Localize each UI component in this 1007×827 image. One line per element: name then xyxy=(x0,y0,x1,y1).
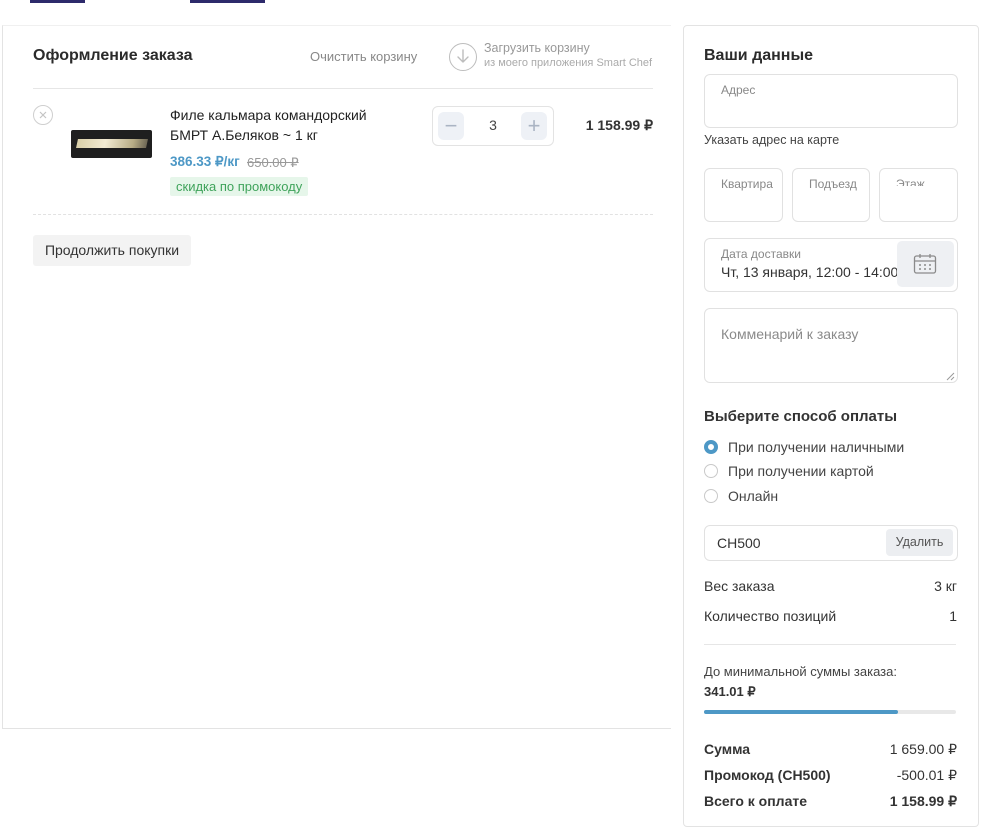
total-value: 1 158.99 ₽ xyxy=(889,793,957,809)
order-weight-label: Вес заказа xyxy=(704,578,775,594)
product-price-per-kg: 386.33 ₽/кг xyxy=(170,154,240,169)
min-order-progress-fill xyxy=(704,710,899,714)
promo-code-value[interactable]: CH500 xyxy=(717,535,761,551)
order-weight-value: 3 кг xyxy=(934,578,957,594)
upload-cart-subtitle: из моего приложения Smart Chef xyxy=(484,57,653,69)
divider xyxy=(704,644,956,645)
item-total-price: 1 158.99 ₽ xyxy=(585,117,653,133)
promo-discount-value: -500.01 ₽ xyxy=(896,767,957,783)
decrease-quantity-button[interactable]: − xyxy=(438,112,464,140)
clear-cart-button[interactable]: Очистить корзину xyxy=(310,49,417,64)
resize-handle-icon[interactable] xyxy=(945,371,955,381)
promo-discount-badge: скидка по промокоду xyxy=(170,177,309,196)
divider xyxy=(33,88,653,89)
calendar-icon[interactable] xyxy=(897,241,954,287)
remove-item-icon[interactable] xyxy=(33,105,53,125)
promo-discount-label: Промокод (CH500) xyxy=(704,767,831,783)
min-order-progress xyxy=(704,710,956,714)
payment-cash-radio[interactable] xyxy=(704,440,718,454)
floor-placeholder: Этаж xyxy=(896,177,925,186)
payment-card-label[interactable]: При получении картой xyxy=(728,463,874,479)
upload-cart-icon[interactable] xyxy=(449,43,477,71)
payment-online-label[interactable]: Онлайн xyxy=(728,488,778,504)
sum-value: 1 659.00 ₽ xyxy=(889,741,957,757)
customer-data-title: Ваши данные xyxy=(704,47,814,64)
entrance-field[interactable]: Подъезд xyxy=(792,168,870,222)
payment-cash-label[interactable]: При получении наличными xyxy=(728,439,904,455)
map-address-link[interactable]: Указать адрес на карте xyxy=(704,133,839,147)
payment-online-radio[interactable] xyxy=(704,489,718,503)
positions-count-label: Количество позиций xyxy=(704,608,837,624)
delivery-date-label: Дата доставки xyxy=(721,247,801,261)
total-label: Всего к оплате xyxy=(704,793,807,809)
quantity-stepper: − 3 + xyxy=(432,106,554,146)
upload-cart-title[interactable]: Загрузить корзину xyxy=(484,41,590,55)
sum-label: Сумма xyxy=(704,741,751,757)
continue-shopping-button[interactable]: Продолжить покупки xyxy=(33,235,191,266)
product-image xyxy=(71,130,152,158)
product-old-price: 650.00 ₽ xyxy=(247,155,299,170)
entrance-placeholder: Подъезд xyxy=(809,177,857,191)
order-title: Оформление заказа xyxy=(33,47,193,64)
floor-field[interactable]: Этаж xyxy=(879,168,958,222)
payment-method-title: Выберите способ оплаты xyxy=(704,408,898,425)
positions-count-value: 1 xyxy=(949,608,957,624)
quantity-value[interactable]: 3 xyxy=(473,117,513,133)
payment-card-radio[interactable] xyxy=(704,464,718,478)
order-comment-placeholder: Комменарий к заказу xyxy=(721,326,859,342)
increase-quantity-button[interactable]: + xyxy=(521,112,547,140)
delivery-date-value[interactable]: Чт, 13 января, 12:00 - 14:00 xyxy=(721,264,901,280)
product-name[interactable]: Филе кальмара командорский БМРТ А.Беляко… xyxy=(170,105,400,145)
remove-promo-button[interactable]: Удалить xyxy=(886,529,953,556)
divider xyxy=(33,214,653,215)
header-stripe xyxy=(30,0,265,4)
address-placeholder: Адрес xyxy=(721,83,756,97)
apartment-placeholder: Квартира xyxy=(721,177,773,191)
address-field[interactable]: Адрес xyxy=(704,74,958,128)
order-comment-field[interactable] xyxy=(704,308,958,383)
apartment-field[interactable]: Квартира xyxy=(704,168,783,222)
min-order-remaining: 341.01 ₽ xyxy=(704,684,756,699)
min-order-note: До минимальной суммы заказа: xyxy=(704,664,897,679)
